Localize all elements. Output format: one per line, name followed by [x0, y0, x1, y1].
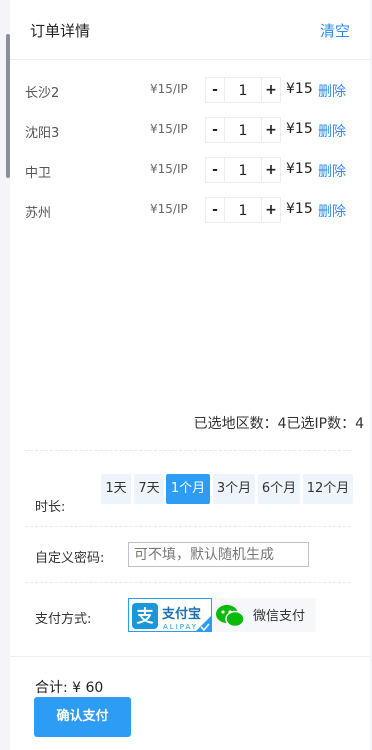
- duration-option-7d[interactable]: 7天: [134, 474, 164, 504]
- alipay-name: 支付宝: [161, 606, 201, 622]
- increment-button[interactable]: +: [261, 117, 281, 143]
- item-city: 沈阳3: [25, 126, 60, 141]
- item-city: 长沙2: [25, 86, 60, 101]
- wechat-pay-logo-icon: 微信支付: [216, 605, 305, 628]
- list-item: 中卫 ¥15/IP - 1 + ¥15 删除: [10, 157, 370, 183]
- divider: [25, 450, 351, 451]
- quantity-input[interactable]: 1: [225, 197, 261, 223]
- item-unit-price: ¥15/IP: [150, 202, 188, 216]
- item-unit-price: ¥15/IP: [150, 82, 188, 96]
- increment-button[interactable]: +: [261, 157, 281, 183]
- duration-option-1d[interactable]: 1天: [101, 474, 131, 504]
- item-city: 苏州: [25, 206, 52, 221]
- quantity-stepper: - 1 +: [205, 117, 281, 143]
- alipay-char: 支: [137, 606, 155, 627]
- item-city: 中卫: [25, 166, 52, 181]
- list-item: 沈阳3 ¥15/IP - 1 + ¥15 删除: [10, 117, 370, 143]
- duration-option-12m[interactable]: 12个月: [303, 474, 353, 504]
- increment-button[interactable]: +: [261, 197, 281, 223]
- item-total: ¥15: [286, 81, 313, 97]
- item-total: ¥15: [286, 201, 313, 217]
- duration-option-1m[interactable]: 1个月: [166, 474, 210, 504]
- decrement-button[interactable]: -: [205, 117, 225, 143]
- decrement-button[interactable]: -: [205, 77, 225, 103]
- alipay-option[interactable]: 支 支付宝 ALIPAY: [128, 598, 212, 632]
- divider: [25, 582, 351, 583]
- wechat-pay-name: 微信支付: [253, 609, 305, 624]
- password-input[interactable]: [128, 542, 309, 567]
- decrement-button[interactable]: -: [205, 157, 225, 183]
- decrement-button[interactable]: -: [205, 197, 225, 223]
- quantity-stepper: - 1 +: [205, 77, 281, 103]
- quantity-input[interactable]: 1: [225, 157, 261, 183]
- password-label: 自定义密码:: [35, 551, 105, 566]
- list-item: 长沙2 ¥15/IP - 1 + ¥15 删除: [10, 77, 370, 103]
- selection-summary: 已选地区数：4已选IP数：4: [193, 416, 364, 432]
- list-item: 苏州 ¥15/IP - 1 + ¥15 删除: [10, 197, 370, 223]
- page-title: 订单详情: [30, 22, 91, 40]
- quantity-input[interactable]: 1: [225, 117, 261, 143]
- alipay-logo-icon: 支 支付宝 ALIPAY: [132, 603, 212, 632]
- order-total: 合计: ¥ 60: [35, 680, 104, 696]
- confirm-pay-button[interactable]: 确认支付: [34, 697, 131, 737]
- quantity-stepper: - 1 +: [205, 197, 281, 223]
- order-footer: 合计: ¥ 60 确认支付: [10, 656, 370, 750]
- duration-option-3m[interactable]: 3个月: [213, 474, 255, 504]
- delete-button[interactable]: 删除: [318, 201, 346, 221]
- quantity-input[interactable]: 1: [225, 77, 261, 103]
- item-unit-price: ¥15/IP: [150, 162, 188, 176]
- item-total: ¥15: [286, 161, 313, 177]
- quantity-stepper: - 1 +: [205, 157, 281, 183]
- alipay-subtext: ALIPAY: [163, 623, 198, 631]
- increment-button[interactable]: +: [261, 77, 281, 103]
- item-unit-price: ¥15/IP: [150, 122, 188, 136]
- payment-label: 支付方式:: [35, 612, 92, 627]
- divider: [25, 526, 351, 527]
- delete-button[interactable]: 删除: [318, 121, 346, 141]
- scrollbar[interactable]: [6, 34, 10, 178]
- panel-header: 订单详情 清空: [10, 0, 370, 60]
- clear-button[interactable]: 清空: [320, 20, 350, 41]
- wechat-pay-option[interactable]: 微信支付: [212, 598, 316, 632]
- delete-button[interactable]: 删除: [318, 81, 346, 101]
- item-total: ¥15: [286, 121, 313, 137]
- delete-button[interactable]: 删除: [318, 161, 346, 181]
- duration-option-6m[interactable]: 6个月: [258, 474, 300, 504]
- duration-label: 时长:: [35, 500, 66, 515]
